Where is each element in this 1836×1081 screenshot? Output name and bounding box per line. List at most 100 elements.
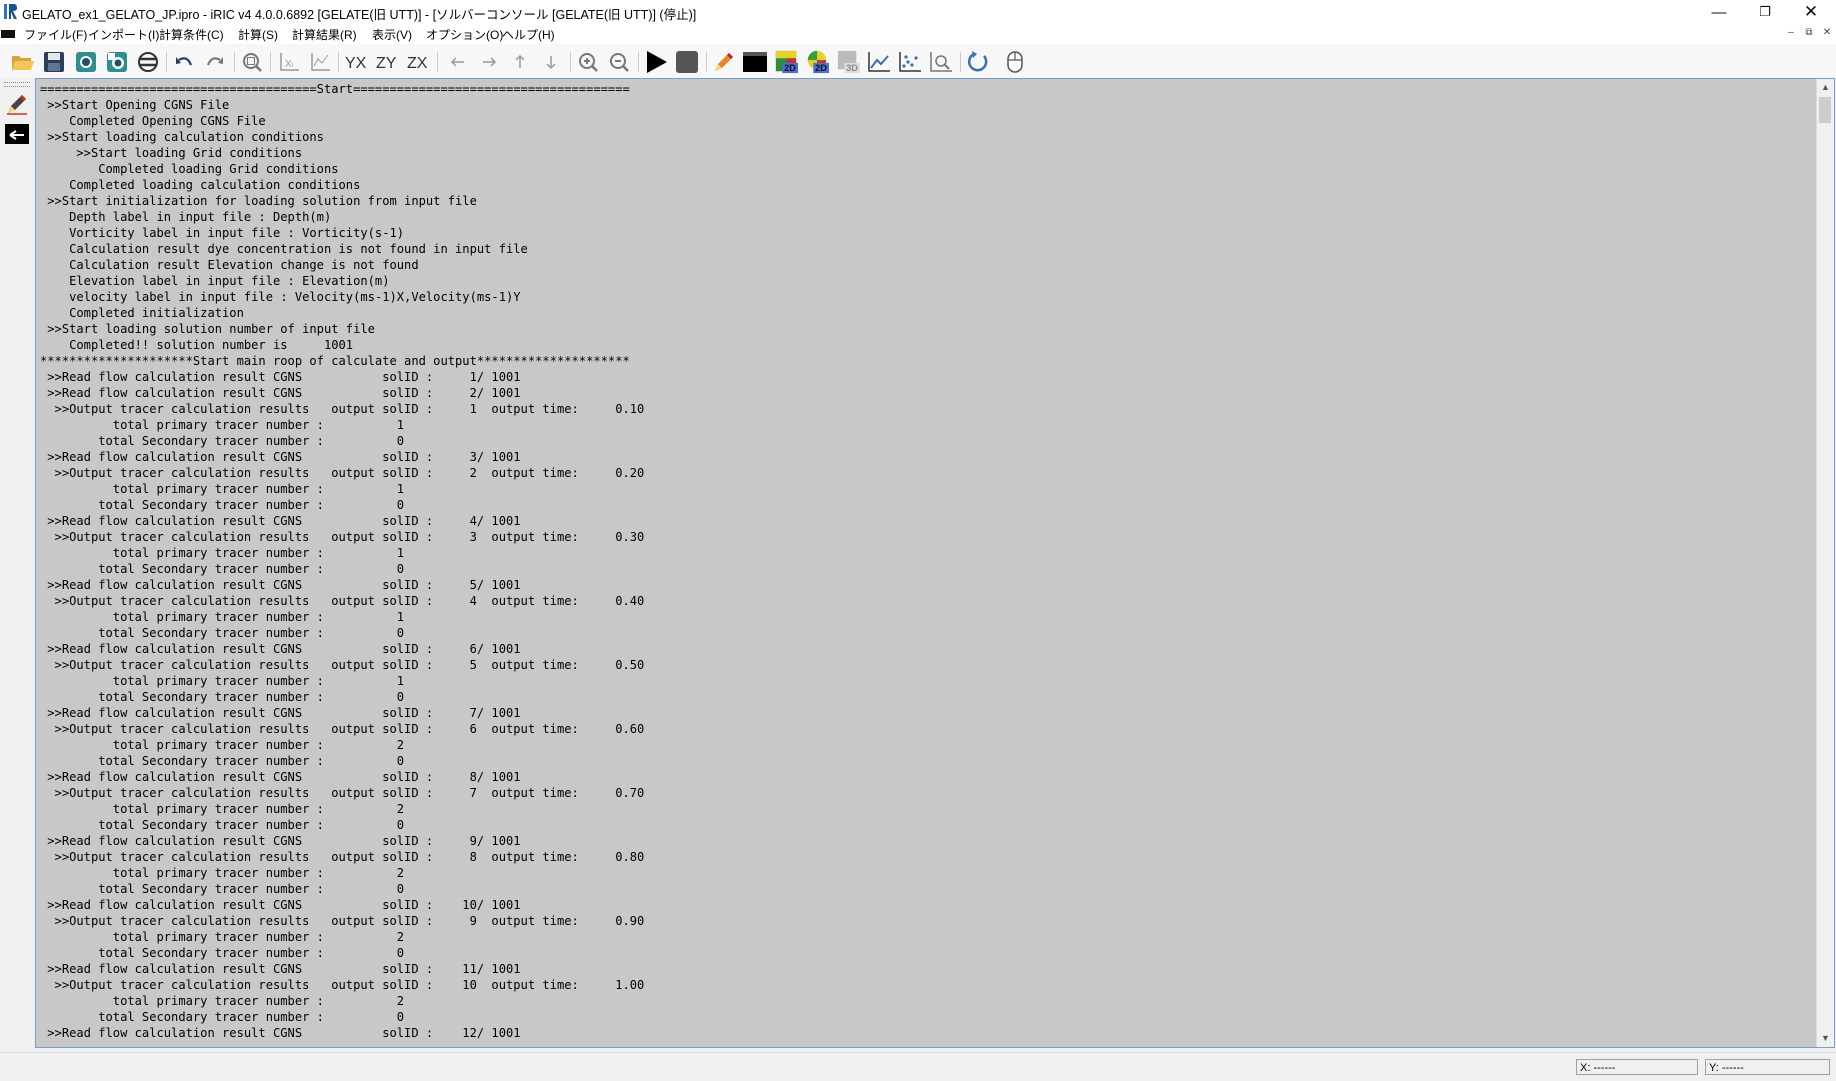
console-line: total Secondary tracer number : 0: [40, 754, 405, 768]
left-dock-toolbar: [0, 78, 34, 1052]
menu-import[interactable]: インポート(I): [88, 26, 159, 43]
console-line: Completed loading Grid conditions: [40, 162, 339, 176]
solver-console-window-icon[interactable]: [5, 122, 29, 146]
save-icon[interactable]: [42, 50, 66, 74]
console-line: >>Read flow calculation result CGNS solI…: [40, 514, 521, 528]
title-bar: GELATO_ex1_GELATO_JP.ipro - iRIC v4 4.0.…: [0, 0, 1836, 24]
console-line: total Secondary tracer number : 0: [40, 818, 405, 832]
scroll-up-icon[interactable]: ▲: [1817, 79, 1834, 96]
animation-icon[interactable]: [136, 50, 160, 74]
menu-calculation-result[interactable]: 計算結果(R): [292, 26, 357, 43]
post-2d-bird-icon[interactable]: 2D: [805, 50, 829, 74]
console-line: *********************Start main roop of …: [40, 354, 630, 368]
redo-icon[interactable]: [203, 50, 227, 74]
mdi-system-menu-icon[interactable]: [1, 30, 15, 38]
main-toolbar: Xₗ YX ZY ZX 2D 2D 3D: [0, 44, 1836, 78]
console-line: total primary tracer number : 1: [40, 482, 405, 496]
svg-text:Xₗ: Xₗ: [285, 59, 294, 70]
arrow-up-icon[interactable]: [508, 50, 532, 74]
console-line: total Secondary tracer number : 0: [40, 626, 405, 640]
zx-view-icon[interactable]: ZX: [406, 50, 430, 74]
x-coordinate-field: X: ------: [1576, 1059, 1698, 1075]
dock-grip[interactable]: [4, 82, 30, 87]
console-line: >>Start loading calculation conditions: [40, 130, 324, 144]
console-line: >>Read flow calculation result CGNS solI…: [40, 1026, 521, 1040]
console-line: >>Read flow calculation result CGNS solI…: [40, 642, 521, 656]
console-line: velocity label in input file : Velocity(…: [40, 290, 521, 304]
console-line: >>Read flow calculation result CGNS solI…: [40, 578, 521, 592]
restore-window-button[interactable]: ❐: [1742, 0, 1788, 24]
menu-simulation[interactable]: 計算(S): [238, 26, 278, 43]
console-line: >>Read flow calculation result CGNS solI…: [40, 962, 521, 976]
scatter-icon[interactable]: [898, 50, 922, 74]
console-line: >>Read flow calculation result CGNS solI…: [40, 898, 521, 912]
y-axis-fit-icon[interactable]: [308, 50, 332, 74]
zoom-in-icon[interactable]: [576, 50, 600, 74]
console-line: Calculation result Elevation change is n…: [40, 258, 419, 272]
console-line: ======================================St…: [40, 82, 630, 96]
stop-icon[interactable]: [675, 50, 699, 74]
console-line: >>Start Opening CGNS File: [40, 98, 230, 112]
console-line: >>Output tracer calculation results outp…: [40, 786, 645, 800]
zy-view-icon[interactable]: ZY: [375, 50, 399, 74]
menu-view[interactable]: 表示(V): [372, 26, 412, 43]
mdi-restore-button[interactable]: ⧉: [1800, 27, 1818, 42]
console-line: total Secondary tracer number : 0: [40, 946, 405, 960]
svg-text:ZY: ZY: [376, 55, 397, 72]
menu-help[interactable]: ヘルプ(H): [502, 26, 555, 43]
pre-processor-icon[interactable]: [712, 50, 736, 74]
graph-icon[interactable]: [867, 50, 891, 74]
svg-text:2D: 2D: [784, 63, 796, 73]
open-icon[interactable]: [11, 50, 35, 74]
console-line: >>Output tracer calculation results outp…: [40, 402, 645, 416]
console-line: total primary tracer number : 2: [40, 994, 405, 1008]
particle-icon[interactable]: [929, 50, 953, 74]
console-line: Calculation result dye concentration is …: [40, 242, 528, 256]
iric-app-icon: [4, 4, 17, 19]
run-icon[interactable]: [644, 50, 668, 74]
console-line: total primary tracer number : 2: [40, 866, 405, 880]
post-3d-icon[interactable]: 3D: [836, 50, 860, 74]
zoom-fit-icon[interactable]: [240, 50, 264, 74]
arrow-right-icon[interactable]: [477, 50, 501, 74]
console-line: total primary tracer number : 2: [40, 802, 405, 816]
close-window-button[interactable]: ✕: [1788, 0, 1834, 24]
svg-text:ZX: ZX: [407, 55, 428, 72]
menu-file[interactable]: ファイル(F): [24, 26, 87, 43]
reload-icon[interactable]: [966, 50, 990, 74]
arrow-down-icon[interactable]: [539, 50, 563, 74]
y-coordinate-field: Y: ------: [1705, 1059, 1830, 1075]
mouse-help-icon[interactable]: [1003, 50, 1027, 74]
pre-processor-window-icon[interactable]: [5, 92, 29, 116]
continuous-snapshot-icon[interactable]: [105, 50, 129, 74]
console-line: total primary tracer number : 2: [40, 930, 405, 944]
menu-calculation-condition[interactable]: 計算条件(C): [159, 26, 224, 43]
zoom-out-icon[interactable]: [607, 50, 631, 74]
vertical-scrollbar[interactable]: ▲ ▼: [1816, 79, 1834, 1047]
console-line: >>Read flow calculation result CGNS solI…: [40, 386, 521, 400]
console-line: total Secondary tracer number : 0: [40, 434, 405, 448]
mdi-close-button[interactable]: ✕: [1818, 27, 1836, 42]
yx-view-icon[interactable]: YX: [344, 50, 368, 74]
scroll-down-icon[interactable]: ▼: [1817, 1030, 1834, 1047]
console-output[interactable]: ======================================St…: [40, 81, 1810, 1043]
scroll-thumb[interactable]: [1819, 97, 1831, 123]
status-bar: X: ------ Y: ------: [0, 1052, 1836, 1081]
solver-console-icon[interactable]: [743, 50, 767, 74]
console-line: total primary tracer number : 1: [40, 674, 405, 688]
post-2d-icon[interactable]: 2D: [774, 50, 798, 74]
console-line: >>Read flow calculation result CGNS solI…: [40, 370, 521, 384]
x-axis-fit-icon[interactable]: Xₗ: [277, 50, 301, 74]
menu-option[interactable]: オプション(O): [426, 26, 503, 43]
console-line: >>Output tracer calculation results outp…: [40, 658, 645, 672]
arrow-left-icon[interactable]: [446, 50, 470, 74]
minimize-window-button[interactable]: —: [1696, 0, 1742, 24]
console-line: Completed Opening CGNS File: [40, 114, 266, 128]
undo-icon[interactable]: [172, 50, 196, 74]
console-line: total Secondary tracer number : 0: [40, 882, 405, 896]
snapshot-icon[interactable]: [74, 50, 98, 74]
console-line: Completed!! solution number is 1001: [40, 338, 354, 352]
mdi-minimize-button[interactable]: –: [1782, 27, 1800, 42]
console-line: >>Read flow calculation result CGNS solI…: [40, 450, 521, 464]
console-line: >>Output tracer calculation results outp…: [40, 914, 645, 928]
